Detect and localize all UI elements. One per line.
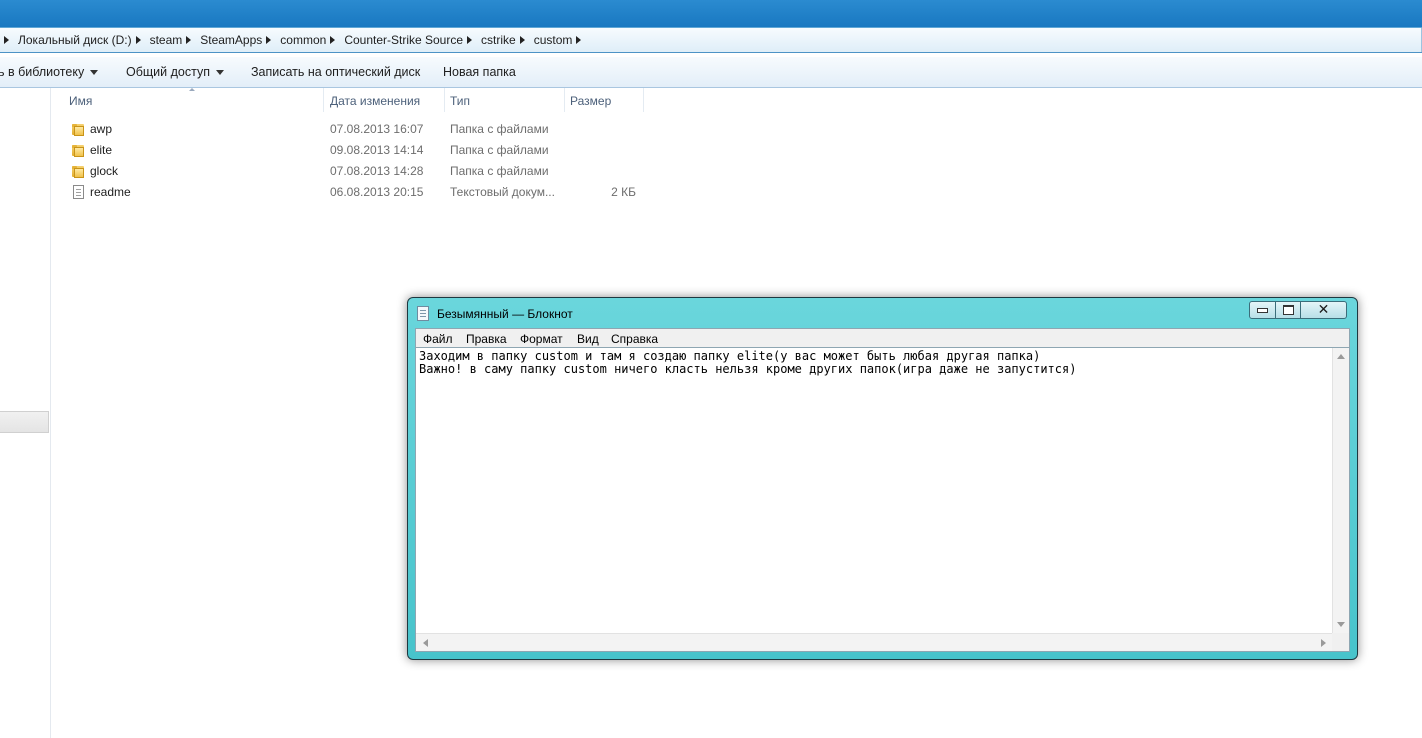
editor-line: Важно! в саму папку custom ничего класть… — [419, 362, 1077, 376]
column-header-name[interactable]: Имя — [64, 88, 324, 112]
chevron-right-icon[interactable] — [519, 36, 525, 44]
chevron-right-icon[interactable] — [186, 36, 192, 44]
resize-grip[interactable] — [1332, 633, 1349, 651]
folder-icon — [71, 164, 85, 178]
breadcrumb: Локальный диск (D:) steam SteamApps comm… — [0, 28, 1422, 52]
file-type: Текстовый докум... — [450, 185, 555, 199]
breadcrumb-item-drive[interactable]: Локальный диск (D:) — [18, 33, 132, 47]
scroll-down-icon[interactable] — [1337, 622, 1345, 627]
share-button[interactable]: Общий доступ — [126, 65, 224, 79]
file-row[interactable]: awp 07.08.2013 16:07 Папка с файлами — [68, 119, 648, 140]
chevron-right-icon[interactable] — [576, 36, 582, 44]
file-date: 06.08.2013 20:15 — [330, 185, 424, 199]
maximize-button[interactable] — [1275, 301, 1301, 319]
chevron-right-icon[interactable] — [266, 36, 272, 44]
close-button[interactable]: ✕ — [1300, 301, 1347, 319]
scroll-up-icon[interactable] — [1337, 354, 1345, 359]
address-bar[interactable]: Локальный диск (D:) steam SteamApps comm… — [0, 27, 1422, 53]
menu-file[interactable]: Файл — [423, 332, 453, 346]
burn-button[interactable]: Записать на оптический диск — [251, 65, 420, 79]
menu-view[interactable]: Вид — [577, 332, 599, 346]
text-file-icon — [71, 185, 85, 199]
file-row[interactable]: glock 07.08.2013 14:28 Папка с файлами — [68, 161, 648, 182]
minimize-icon — [1257, 307, 1268, 313]
breadcrumb-item-css[interactable]: Counter-Strike Source — [344, 33, 463, 47]
chevron-right-icon[interactable] — [135, 36, 141, 44]
file-type: Папка с файлами — [450, 122, 549, 136]
editor-content: Заходим в папку custom и там я создаю па… — [419, 350, 1076, 376]
text-editor[interactable]: Заходим в папку custom и там я создаю па… — [415, 348, 1350, 652]
chevron-right-icon[interactable] — [467, 36, 473, 44]
file-name: elite — [90, 143, 113, 157]
column-header-size[interactable]: Размер — [565, 88, 644, 112]
column-header-type[interactable]: Тип — [445, 88, 565, 112]
explorer-titlebar — [0, 0, 1422, 27]
chevron-right-icon[interactable] — [4, 36, 9, 44]
folder-icon — [71, 143, 85, 157]
menu-help[interactable]: Справка — [611, 332, 658, 346]
file-date: 07.08.2013 14:28 — [330, 164, 424, 178]
vertical-scrollbar[interactable] — [1332, 348, 1349, 633]
breadcrumb-item-common[interactable]: common — [280, 33, 326, 47]
file-row[interactable]: readme 06.08.2013 20:15 Текстовый докум.… — [68, 182, 648, 203]
file-name: awp — [90, 122, 113, 136]
file-date: 09.08.2013 14:14 — [330, 143, 424, 157]
menu-bar: Файл Правка Формат Вид Справка — [415, 328, 1350, 348]
chevron-down-icon — [90, 70, 99, 76]
share-label: Общий доступ — [126, 65, 210, 79]
nav-selected-item[interactable] — [0, 411, 49, 433]
breadcrumb-item-cstrike[interactable]: cstrike — [481, 33, 516, 47]
column-header-date[interactable]: Дата изменения — [325, 88, 445, 112]
file-size: 2 КБ — [611, 185, 636, 199]
close-icon: ✕ — [1317, 302, 1330, 318]
chevron-right-icon[interactable] — [330, 36, 336, 44]
include-in-library-label: ь в библиотеку — [0, 65, 85, 79]
file-name: glock — [90, 164, 119, 178]
notepad-window[interactable]: Безымянный — Блокнот ✕ Файл Правка Форма… — [407, 297, 1358, 660]
chevron-down-icon — [215, 70, 224, 76]
scroll-right-icon[interactable] — [1321, 639, 1326, 647]
menu-edit[interactable]: Правка — [466, 332, 507, 346]
window-title: Безымянный — Блокнот — [437, 307, 573, 321]
notepad-icon — [417, 306, 429, 321]
file-type: Папка с файлами — [450, 143, 549, 157]
new-folder-button[interactable]: Новая папка — [443, 65, 516, 79]
horizontal-scrollbar[interactable] — [416, 633, 1334, 651]
file-name: readme — [90, 185, 131, 199]
folder-icon — [71, 122, 85, 136]
file-type: Папка с файлами — [450, 164, 549, 178]
file-date: 07.08.2013 16:07 — [330, 122, 424, 136]
breadcrumb-item-steamapps[interactable]: SteamApps — [200, 33, 262, 47]
navigation-pane[interactable] — [0, 88, 51, 738]
breadcrumb-item-steam[interactable]: steam — [150, 33, 183, 47]
file-row[interactable]: elite 09.08.2013 14:14 Папка с файлами — [68, 140, 648, 161]
breadcrumb-item-custom[interactable]: custom — [534, 33, 573, 47]
minimize-button[interactable] — [1249, 301, 1276, 319]
include-in-library-button[interactable]: ь в библиотеку — [0, 65, 99, 79]
scroll-left-icon[interactable] — [423, 639, 428, 647]
menu-format[interactable]: Формат — [520, 332, 563, 346]
command-bar: ь в библиотеку Общий доступ Записать на … — [0, 57, 1422, 88]
maximize-icon — [1282, 305, 1294, 315]
